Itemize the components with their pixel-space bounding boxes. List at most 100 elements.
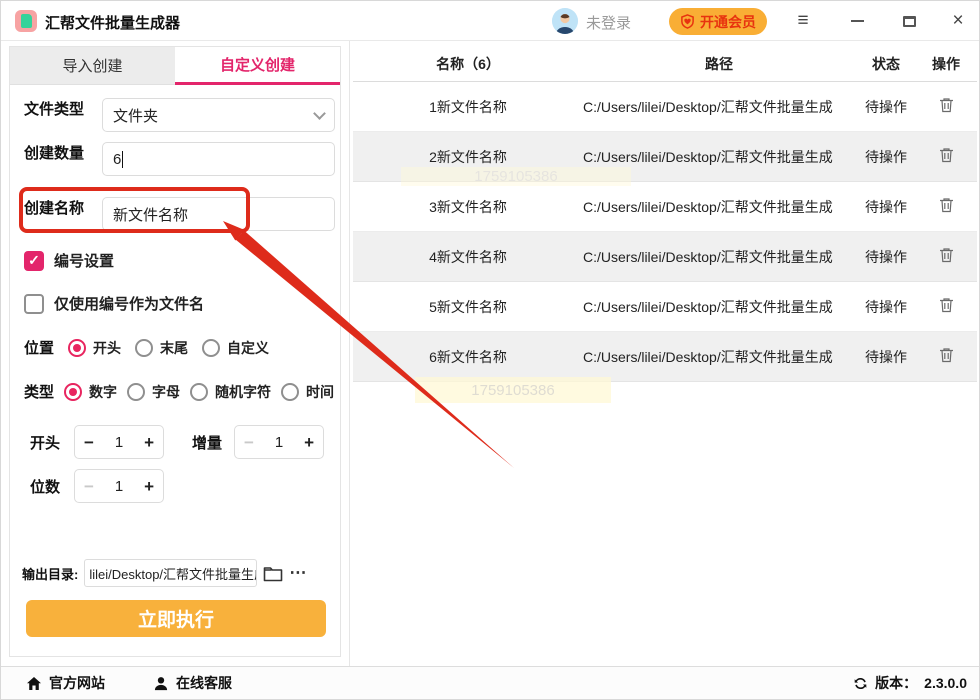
start-plus-button[interactable]: + xyxy=(144,434,154,451)
tab-custom-create[interactable]: 自定义创建 xyxy=(175,47,340,85)
count-input[interactable]: 6 xyxy=(102,142,335,176)
row-name: 2新文件名称 xyxy=(429,148,507,165)
row-status: 待操作 xyxy=(865,148,907,165)
close-icon[interactable]: × xyxy=(945,9,971,33)
delete-row-button[interactable] xyxy=(939,247,954,263)
delete-row-button[interactable] xyxy=(939,97,954,113)
radio-icon xyxy=(202,338,221,357)
delete-row-button[interactable] xyxy=(939,197,954,213)
delete-row-button[interactable] xyxy=(939,347,954,363)
row-path: C:/Users/lilei/Desktop/汇帮文件批量生成 xyxy=(583,348,833,365)
tab-import-create[interactable]: 导入创建 xyxy=(10,47,175,85)
digits-minus-button[interactable]: − xyxy=(84,478,94,495)
position-radio-group: 开头 末尾 自定义 xyxy=(68,338,269,358)
name-value: 新文件名称 xyxy=(113,206,189,224)
title-bar: 汇帮文件批量生成器 未登录 开通会员 ≡ × xyxy=(1,1,979,41)
radio-option[interactable]: 开头 xyxy=(68,338,121,358)
online-support-link[interactable]: 在线客服 xyxy=(153,673,232,693)
header-path: 路径 xyxy=(705,55,733,72)
only-number-checkbox[interactable] xyxy=(24,293,44,314)
minimize-icon[interactable] xyxy=(844,9,870,33)
radio-icon xyxy=(64,382,83,401)
increment-minus-button[interactable]: − xyxy=(244,434,254,451)
row-path: C:/Users/lilei/Desktop/汇帮文件批量生成 xyxy=(583,198,833,215)
output-dir-input[interactable]: lilei/Desktop/汇帮文件批量生成器 xyxy=(84,559,258,587)
radio-option-label: 随机字符 xyxy=(215,383,272,400)
maximize-icon[interactable] xyxy=(896,9,922,33)
trash-icon xyxy=(939,248,953,263)
delete-row-button[interactable] xyxy=(939,297,954,313)
position-label: 位置 xyxy=(24,340,55,357)
app-logo-icon xyxy=(15,10,37,32)
trash-icon xyxy=(939,98,953,113)
radio-option[interactable]: 末尾 xyxy=(135,338,188,358)
table-row: 3新文件名称 C:/Users/lilei/Desktop/汇帮文件批量生成 待… xyxy=(353,182,977,232)
official-website-link[interactable]: 官方网站 xyxy=(26,673,105,693)
row-name: 3新文件名称 xyxy=(429,198,507,215)
login-status[interactable]: 未登录 xyxy=(586,12,631,33)
radio-option[interactable]: 时间 xyxy=(281,382,334,402)
radio-icon xyxy=(281,382,300,401)
vip-button-label: 开通会员 xyxy=(700,13,756,30)
execute-button[interactable]: 立即执行 xyxy=(26,600,326,637)
increment-plus-button[interactable]: + xyxy=(304,434,314,451)
radio-option[interactable]: 数字 xyxy=(64,382,117,402)
output-dir-value: lilei/Desktop/汇帮文件批量生成器 xyxy=(89,566,256,582)
status-bar: 官方网站 在线客服 版本： 2.3.0.0 xyxy=(1,666,979,699)
row-status: 待操作 xyxy=(865,348,907,365)
radio-option-label: 自定义 xyxy=(227,339,270,356)
count-label: 创建数量 xyxy=(24,145,85,162)
start-minus-button[interactable]: − xyxy=(84,434,94,451)
trash-icon xyxy=(939,148,953,163)
row-name: 6新文件名称 xyxy=(429,348,507,365)
vip-button[interactable]: 开通会员 xyxy=(669,8,767,35)
delete-row-button[interactable] xyxy=(939,147,954,163)
start-number-stepper: − 1 + xyxy=(74,425,165,459)
row-path: C:/Users/lilei/Desktop/汇帮文件批量生成 xyxy=(583,148,833,165)
digits-plus-button[interactable]: + xyxy=(144,478,154,495)
radio-option[interactable]: 自定义 xyxy=(202,338,269,358)
file-type-label: 文件类型 xyxy=(24,101,85,118)
header-action: 操作 xyxy=(932,55,960,72)
name-input[interactable]: 新文件名称 xyxy=(102,197,335,231)
refresh-icon[interactable] xyxy=(853,676,868,691)
folder-browse-button[interactable] xyxy=(263,565,283,582)
menu-icon[interactable]: ≡ xyxy=(790,9,816,33)
more-options-button[interactable]: ⋯ xyxy=(289,563,307,583)
panel-divider xyxy=(349,41,350,669)
user-avatar[interactable] xyxy=(552,8,578,34)
table-header: 名称（6） 路径 状态 操作 xyxy=(353,46,977,82)
digits-value: 1 xyxy=(114,477,124,495)
row-status: 待操作 xyxy=(865,298,907,315)
table-row: 5新文件名称 C:/Users/lilei/Desktop/汇帮文件批量生成 待… xyxy=(353,282,977,332)
table-row: 6新文件名称 C:/Users/lilei/Desktop/汇帮文件批量生成 待… xyxy=(353,332,977,382)
version-info: 版本： 2.3.0.0 xyxy=(853,673,967,693)
row-status: 待操作 xyxy=(865,198,907,215)
row-name: 5新文件名称 xyxy=(429,298,507,315)
app-title: 汇帮文件批量生成器 xyxy=(45,15,181,32)
home-icon xyxy=(27,676,41,690)
row-name: 4新文件名称 xyxy=(429,248,507,265)
trash-icon xyxy=(939,198,953,213)
row-status: 待操作 xyxy=(865,98,907,115)
version-value: 2.3.0.0 xyxy=(924,675,967,691)
version-label: 版本： xyxy=(875,675,918,691)
radio-icon xyxy=(127,382,146,401)
header-name: 名称（6） xyxy=(436,55,500,72)
radio-option[interactable]: 字母 xyxy=(127,382,180,402)
digits-stepper: − 1 + xyxy=(74,469,165,503)
increment-stepper: − 1 + xyxy=(234,425,325,459)
file-type-select[interactable]: 文件夹 xyxy=(102,98,335,132)
numbering-checkbox[interactable]: ✓ xyxy=(24,250,44,271)
count-value: 6 xyxy=(113,150,122,168)
official-website-label: 官方网站 xyxy=(49,675,105,691)
text-caret xyxy=(122,150,124,168)
table-row: 2新文件名称 C:/Users/lilei/Desktop/汇帮文件批量生成 待… xyxy=(353,132,977,182)
radio-icon xyxy=(190,382,209,401)
radio-option[interactable]: 随机字符 xyxy=(190,382,271,402)
name-label: 创建名称 xyxy=(24,200,85,217)
app-window: 汇帮文件批量生成器 未登录 开通会员 ≡ × 导入创建 自定义创建 文件类型 文… xyxy=(0,0,980,700)
row-path: C:/Users/lilei/Desktop/汇帮文件批量生成 xyxy=(583,98,833,115)
settings-panel: 导入创建 自定义创建 文件类型 文件夹 创建数量 6 创建名称 新文件名称 ✓ … xyxy=(9,46,341,657)
radio-option-label: 开头 xyxy=(93,339,122,356)
